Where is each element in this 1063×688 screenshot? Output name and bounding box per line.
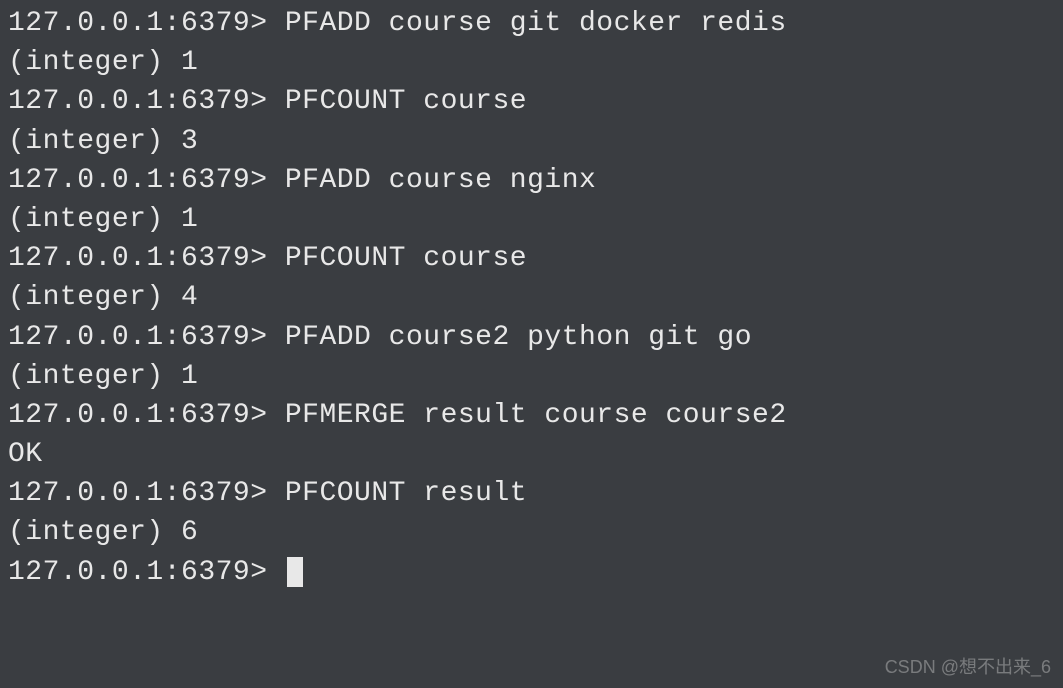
terminal-line: OK <box>8 435 1055 474</box>
terminal-line: 127.0.0.1:6379> PFCOUNT course <box>8 82 1055 121</box>
terminal-output: 127.0.0.1:6379> PFADD course git docker … <box>8 4 1055 592</box>
terminal-line: 127.0.0.1:6379> PFCOUNT result <box>8 474 1055 513</box>
cursor-icon <box>287 557 303 587</box>
terminal-line: (integer) 3 <box>8 122 1055 161</box>
terminal-line: 127.0.0.1:6379> PFADD course2 python git… <box>8 318 1055 357</box>
terminal-line: (integer) 1 <box>8 200 1055 239</box>
terminal-line: 127.0.0.1:6379> PFCOUNT course <box>8 239 1055 278</box>
terminal-line: (integer) 1 <box>8 43 1055 82</box>
terminal-line: 127.0.0.1:6379> PFADD course git docker … <box>8 4 1055 43</box>
terminal-input-line[interactable]: 127.0.0.1:6379> <box>8 553 1055 592</box>
terminal-line: 127.0.0.1:6379> PFMERGE result course co… <box>8 396 1055 435</box>
terminal-prompt: 127.0.0.1:6379> <box>8 553 285 592</box>
terminal-line: (integer) 6 <box>8 513 1055 552</box>
watermark-text: CSDN @想不出来_6 <box>885 655 1051 680</box>
terminal-line: 127.0.0.1:6379> PFADD course nginx <box>8 161 1055 200</box>
terminal-line: (integer) 4 <box>8 278 1055 317</box>
terminal-line: (integer) 1 <box>8 357 1055 396</box>
